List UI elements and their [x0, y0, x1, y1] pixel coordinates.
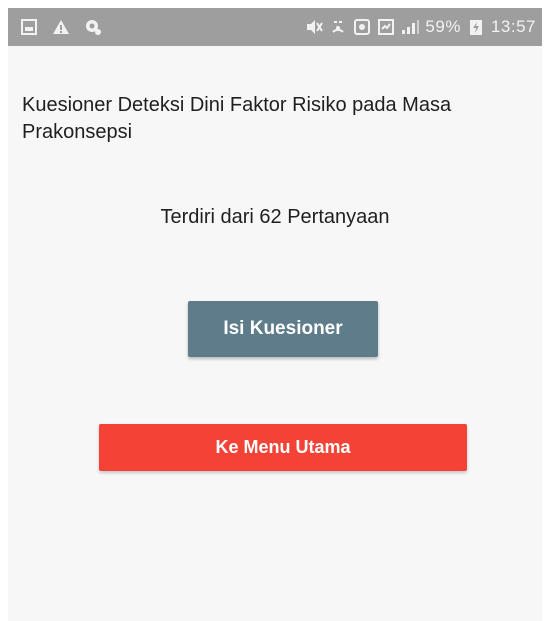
- warning-icon: [52, 18, 70, 36]
- main-menu-button[interactable]: Ke Menu Utama: [99, 424, 467, 471]
- settings-icon: [84, 18, 102, 36]
- questionnaire-title: Kuesioner Deteksi Dini Faktor Risiko pad…: [22, 94, 452, 143]
- fill-questionnaire-button[interactable]: Isi Kuesioner: [188, 301, 378, 357]
- screenshot-icon: [353, 18, 371, 36]
- phone-screen: 59% 13:57 Kuesioner Deteksi Dini Faktor …: [8, 8, 542, 621]
- status-bar: 59% 13:57: [8, 8, 542, 46]
- sim-icon: [377, 18, 395, 36]
- battery-charging-icon: [467, 18, 485, 36]
- clock: 13:57: [490, 17, 536, 36]
- hotspot-icon: [329, 18, 347, 36]
- gallery-icon: [20, 18, 38, 36]
- signal-icon: [401, 18, 420, 36]
- battery-percent: 59%: [425, 17, 461, 36]
- mute-icon: [305, 18, 324, 36]
- question-count-text: Terdiri dari 62 Pertanyaan: [160, 206, 390, 228]
